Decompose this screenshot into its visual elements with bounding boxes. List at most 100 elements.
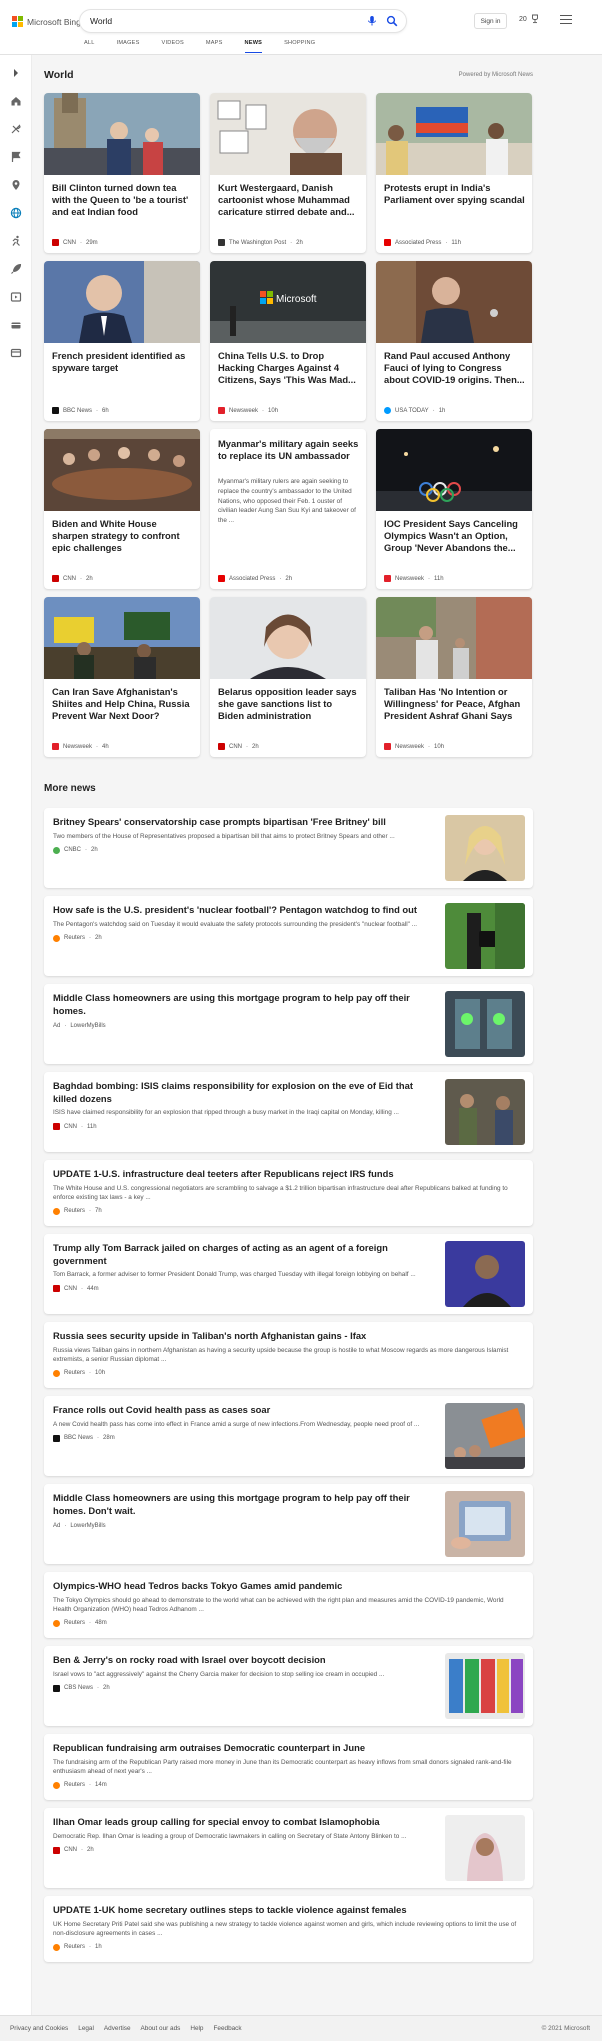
card-title[interactable]: Kurt Westergaard, Danish cartoonist whos… [218, 182, 360, 218]
card-icon[interactable] [10, 347, 22, 359]
list-item[interactable]: Middle Class homeowners are using this m… [44, 1484, 533, 1564]
sign-in-button[interactable]: Sign in [474, 13, 507, 29]
video-icon[interactable] [10, 291, 22, 303]
search-icon[interactable] [386, 15, 398, 27]
list-item[interactable]: Republican fundraising arm outraises Dem… [44, 1734, 533, 1800]
news-card[interactable]: Can Iran Save Afghanistan's Shiites and … [44, 597, 200, 757]
list-item[interactable]: Ilhan Omar leads group calling for speci… [44, 1808, 533, 1888]
list-item-title[interactable]: Russia sees security upside in Taliban's… [53, 1330, 523, 1343]
list-item-thumbnail [445, 1491, 525, 1557]
card-title[interactable]: China Tells U.S. to Drop Hacking Charges… [218, 350, 360, 386]
list-item-title[interactable]: Ben & Jerry's on rocky road with Israel … [53, 1654, 423, 1667]
list-item-title[interactable]: UPDATE 1-UK home secretary outlines step… [53, 1904, 523, 1917]
tab-shopping[interactable]: SHOPPING [284, 40, 315, 53]
list-item[interactable]: Russia sees security upside in Taliban's… [44, 1322, 533, 1388]
card-title[interactable]: Biden and White House sharpen strategy t… [52, 518, 194, 554]
footer-link-help[interactable]: Help [190, 2025, 203, 2032]
list-item-title[interactable]: Ilhan Omar leads group calling for speci… [53, 1816, 423, 1829]
list-item-title[interactable]: How safe is the U.S. president's 'nuclea… [53, 904, 423, 917]
usa-today-logo-icon [384, 407, 391, 414]
news-card[interactable]: Taliban Has 'No Intention or Willingness… [376, 597, 532, 757]
microphone-icon[interactable] [366, 15, 378, 27]
card-title[interactable]: Rand Paul accused Anthony Fauci of lying… [384, 350, 526, 386]
list-item-desc: The Pentagon's watchdog said on Tuesday … [53, 920, 418, 928]
tools-icon[interactable] [10, 123, 22, 135]
list-item[interactable]: Britney Spears' conservatorship case pro… [44, 808, 533, 888]
news-card[interactable]: Protests erupt in India's Parliament ove… [376, 93, 532, 253]
reuters-logo-icon [53, 1781, 60, 1789]
list-item[interactable]: UPDATE 1-UK home secretary outlines step… [44, 1896, 533, 1962]
bbc-news-logo-icon [53, 1434, 60, 1442]
footer-link-feedback[interactable]: Feedback [214, 2025, 242, 2032]
list-item-title[interactable]: Baghdad bombing: ISIS claims responsibil… [53, 1080, 423, 1105]
running-icon[interactable] [10, 235, 22, 247]
card-title[interactable]: Taliban Has 'No Intention or Willingness… [384, 686, 526, 722]
footer-link-privacy[interactable]: Privacy and Cookies [10, 2025, 68, 2032]
list-item-title[interactable]: Britney Spears' conservatorship case pro… [53, 816, 423, 829]
list-item-desc: A new Covid health pass has come into ef… [53, 1420, 420, 1428]
location-icon[interactable] [10, 179, 22, 191]
list-item[interactable]: Trump ally Tom Barrack jailed on charges… [44, 1234, 533, 1314]
coin-icon[interactable] [10, 319, 22, 331]
news-card[interactable]: Kurt Westergaard, Danish cartoonist whos… [210, 93, 366, 253]
footer-link-advertise[interactable]: Advertise [104, 2025, 131, 2032]
list-item-title[interactable]: Olympics-WHO head Tedros backs Tokyo Gam… [53, 1580, 523, 1593]
card-title[interactable]: Belarus opposition leader says she gave … [218, 686, 360, 722]
card-title[interactable]: Bill Clinton turned down tea with the Qu… [52, 182, 194, 218]
card-source: Associated Press · 2h [218, 575, 292, 582]
list-item-source: CNN · 2h [53, 1846, 423, 1854]
tab-news[interactable]: NEWS [244, 40, 263, 53]
list-item-thumbnail [445, 1815, 525, 1881]
tab-videos[interactable]: VIDEOS [162, 40, 184, 53]
reuters-logo-icon [53, 934, 60, 942]
news-card[interactable]: IOC President Says Canceling Olympics Wa… [376, 429, 532, 589]
news-card[interactable]: Bill Clinton turned down tea with the Qu… [44, 93, 200, 253]
list-item-source: Ad · LowerMyBills [53, 1523, 106, 1529]
flag-icon[interactable] [10, 151, 22, 163]
news-card[interactable]: Microsoft China Tells U.S. to Drop Hacki… [210, 261, 366, 421]
footer-link-legal[interactable]: Legal [78, 2025, 94, 2032]
list-item-text: How safe is the U.S. president's 'nuclea… [53, 904, 423, 942]
footer-link-about-ads[interactable]: About our ads [141, 2025, 181, 2032]
search-input[interactable] [90, 10, 340, 32]
chevron-right-icon[interactable] [10, 67, 22, 79]
rewards-button[interactable]: 20 [519, 14, 540, 24]
globe-icon[interactable] [10, 207, 22, 219]
list-item[interactable]: Baghdad bombing: ISIS claims responsibil… [44, 1072, 533, 1152]
news-card[interactable]: Biden and White House sharpen strategy t… [44, 429, 200, 589]
card-title[interactable]: Myanmar's military again seeks to replac… [218, 438, 360, 462]
rocket-icon[interactable] [10, 263, 22, 275]
tab-all[interactable]: ALL [84, 40, 95, 53]
bing-logo[interactable]: Microsoft Bing [12, 16, 81, 27]
card-title[interactable]: French president identified as spyware t… [52, 350, 194, 374]
news-card[interactable]: Belarus opposition leader says she gave … [210, 597, 366, 757]
list-item[interactable]: France rolls out Covid health pass as ca… [44, 1396, 533, 1476]
list-item-title[interactable]: Middle Class homeowners are using this m… [53, 1492, 423, 1517]
list-item-title[interactable]: Middle Class homeowners are using this m… [53, 992, 423, 1017]
list-item-desc: The White House and U.S. congressional n… [53, 1184, 508, 1201]
list-item[interactable]: How safe is the U.S. president's 'nuclea… [44, 896, 533, 976]
list-item[interactable]: Ben & Jerry's on rocky road with Israel … [44, 1646, 533, 1726]
card-image [376, 597, 532, 679]
list-item[interactable]: UPDATE 1-U.S. infrastructure deal teeter… [44, 1160, 533, 1226]
tab-maps[interactable]: MAPS [206, 40, 223, 53]
card-title[interactable]: Can Iran Save Afghanistan's Shiites and … [52, 686, 194, 722]
list-item[interactable]: Middle Class homeowners are using this m… [44, 984, 533, 1064]
news-card[interactable]: Rand Paul accused Anthony Fauci of lying… [376, 261, 532, 421]
list-item-title[interactable]: UPDATE 1-U.S. infrastructure deal teeter… [53, 1168, 523, 1181]
list-item-title[interactable]: Trump ally Tom Barrack jailed on charges… [53, 1242, 423, 1267]
tab-images[interactable]: IMAGES [117, 40, 140, 53]
card-source: USA TODAY · 1h [384, 407, 445, 414]
news-card[interactable]: French president identified as spyware t… [44, 261, 200, 421]
card-title[interactable]: IOC President Says Canceling Olympics Wa… [384, 518, 526, 554]
trophy-icon [531, 14, 538, 24]
list-item-title[interactable]: Republican fundraising arm outraises Dem… [53, 1742, 523, 1755]
list-item-desc: Russia views Taliban gains in northern A… [53, 1346, 509, 1363]
news-card[interactable]: Myanmar's military again seeks to replac… [210, 429, 366, 589]
list-item-title[interactable]: France rolls out Covid health pass as ca… [53, 1404, 423, 1417]
menu-icon[interactable] [560, 15, 572, 25]
list-item[interactable]: Olympics-WHO head Tedros backs Tokyo Gam… [44, 1572, 533, 1638]
list-item-text: UPDATE 1-UK home secretary outlines step… [53, 1904, 523, 1951]
card-title[interactable]: Protests erupt in India's Parliament ove… [384, 182, 526, 206]
home-icon[interactable] [10, 95, 22, 107]
